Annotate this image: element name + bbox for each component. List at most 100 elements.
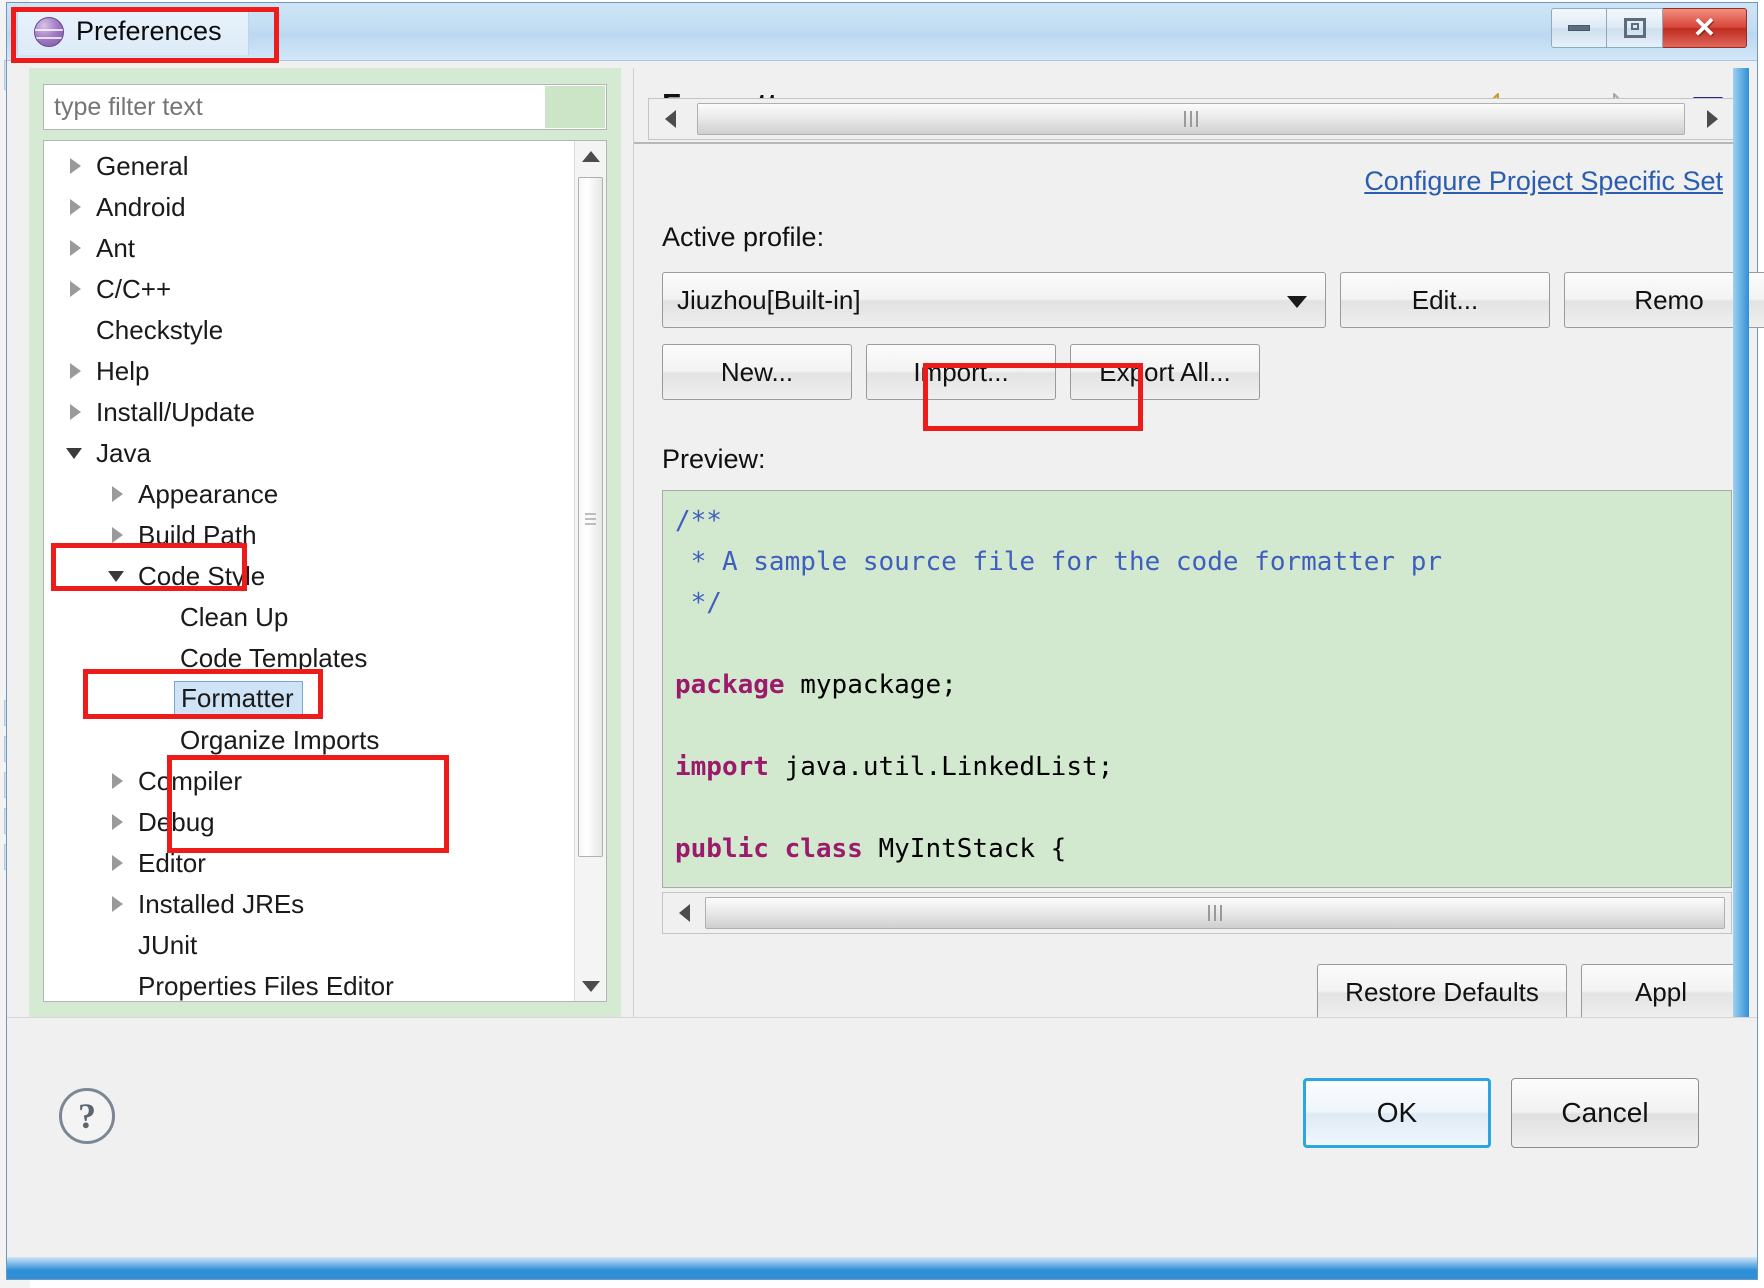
tree-item-label: Editor: [138, 847, 206, 878]
preview-code-area[interactable]: /** * A sample source file for the code …: [662, 490, 1732, 888]
tree-vertical-scrollbar[interactable]: [574, 141, 606, 1001]
export-all-button[interactable]: Export All...: [1070, 344, 1260, 400]
tree-item-compiler[interactable]: Compiler: [44, 760, 574, 801]
tree-spacer-icon: [150, 689, 170, 709]
import-profile-button[interactable]: Import...: [866, 344, 1056, 400]
tree-item-android[interactable]: Android: [44, 186, 574, 227]
code-line: */: [675, 583, 1731, 624]
close-button[interactable]: ✕: [1663, 8, 1747, 48]
tree-item-label: C/C++: [96, 273, 172, 304]
chevron-right-icon[interactable]: [66, 197, 86, 217]
preview-label: Preview:: [662, 444, 766, 474]
eclipse-icon: [34, 16, 64, 47]
maximize-icon: [1623, 18, 1646, 38]
apply-button[interactable]: Appl: [1581, 964, 1741, 1020]
code-line: * A sample source file for the code form…: [675, 542, 1731, 583]
tree-spacer-icon: [150, 607, 170, 627]
tree-item-properties-files-editor[interactable]: Properties Files Editor: [44, 965, 574, 1001]
tree-item-label: Code Templates: [180, 642, 368, 673]
tree-item-label: Ant: [96, 232, 136, 263]
active-profile-value: Jiuzhou[Built-in]: [677, 284, 861, 315]
tree-item-label: Formatter: [174, 680, 303, 717]
tree-item-debug[interactable]: Debug: [44, 801, 574, 842]
chevron-down-icon[interactable]: [108, 566, 128, 586]
minimize-button[interactable]: [1551, 8, 1607, 48]
code-line: package mypackage;: [675, 665, 1731, 706]
preview-horizontal-scrollbar[interactable]: [662, 892, 1732, 934]
tree-item-c-c[interactable]: C/C++: [44, 268, 574, 309]
filter-field-shade: [545, 86, 605, 128]
edit-profile-button[interactable]: Edit...: [1340, 272, 1550, 328]
tree-item-label: Installed JREs: [138, 888, 305, 919]
cancel-button[interactable]: Cancel: [1511, 1078, 1699, 1148]
chevron-down-icon[interactable]: [66, 443, 86, 463]
chevron-right-icon[interactable]: [108, 812, 128, 832]
preview-scrollbar-thumb[interactable]: [705, 897, 1725, 929]
page-scroll-right-button[interactable]: [1691, 110, 1733, 128]
code-token-plain: MyIntStack {: [862, 834, 1067, 864]
filter-field-wrapper: [43, 84, 607, 130]
tree-item-java[interactable]: Java: [44, 432, 574, 473]
page-horizontal-scrollbar[interactable]: [648, 98, 1734, 140]
chevron-right-icon[interactable]: [108, 853, 128, 873]
page-scrollbar-thumb[interactable]: [697, 103, 1685, 135]
close-icon: ✕: [1692, 12, 1717, 43]
window-bottom-accent: [7, 1257, 1757, 1279]
scroll-down-button[interactable]: [575, 971, 606, 1001]
chevron-right-icon[interactable]: [108, 525, 128, 545]
chevron-right-icon[interactable]: [108, 484, 128, 504]
triangle-down-icon: [582, 980, 600, 992]
chevron-right-icon[interactable]: [66, 361, 86, 381]
triangle-right-icon: [1706, 110, 1718, 128]
chevron-right-icon[interactable]: [66, 156, 86, 176]
active-profile-select[interactable]: Jiuzhou[Built-in]: [662, 272, 1326, 328]
minimize-icon: [1568, 25, 1590, 31]
tree-item-installed-jres[interactable]: Installed JREs: [44, 883, 574, 924]
tree-item-junit[interactable]: JUnit: [44, 924, 574, 965]
tree-item-editor[interactable]: Editor: [44, 842, 574, 883]
tree-item-label: Checkstyle: [96, 314, 224, 345]
restore-defaults-button[interactable]: Restore Defaults: [1317, 964, 1567, 1020]
preferences-tree: General Android Ant C/C++ Checkstyle Help Inst…: [43, 140, 607, 1002]
chevron-right-icon[interactable]: [66, 238, 86, 258]
tree-item-appearance[interactable]: Appearance: [44, 473, 574, 514]
page-scroll-left-button[interactable]: [649, 110, 691, 128]
tree-item-install-update[interactable]: Install/Update: [44, 391, 574, 432]
tree-item-label: Clean Up: [180, 601, 289, 632]
tree-item-checkstyle[interactable]: Checkstyle: [44, 309, 574, 350]
code-line: import java.util.LinkedList;: [675, 747, 1731, 788]
new-profile-button[interactable]: New...: [662, 344, 852, 400]
tree-item-label: Java: [96, 437, 151, 468]
maximize-button[interactable]: [1607, 8, 1663, 48]
tree-item-organize-imports[interactable]: Organize Imports: [44, 719, 574, 760]
chevron-right-icon[interactable]: [108, 894, 128, 914]
preview-scroll-left-button[interactable]: [663, 904, 705, 922]
scroll-up-button[interactable]: [575, 141, 606, 171]
help-icon[interactable]: ?: [59, 1088, 115, 1144]
tree-item-general[interactable]: General: [44, 145, 574, 186]
dialog-footer: ? OK Cancel: [7, 1017, 1757, 1279]
configure-project-specific-link[interactable]: Configure Project Specific Set: [1364, 166, 1723, 197]
page-vertical-scrollbar[interactable]: [1733, 68, 1749, 1018]
chevron-right-icon[interactable]: [66, 402, 86, 422]
search-input[interactable]: [44, 85, 606, 129]
chevron-right-icon[interactable]: [108, 771, 128, 791]
scrollbar-thumb[interactable]: [578, 177, 603, 857]
tree-item-label: Organize Imports: [180, 724, 380, 755]
ok-button[interactable]: OK: [1303, 1078, 1491, 1148]
desktop-background: Preferences ✕ type filter text General A…: [0, 0, 1764, 1288]
tree-item-help[interactable]: Help: [44, 350, 574, 391]
tree-item-formatter[interactable]: Formatter: [44, 678, 574, 719]
tree-item-ant[interactable]: Ant: [44, 227, 574, 268]
tree-spacer-icon: [108, 976, 128, 996]
tree-item-build-path[interactable]: Build Path: [44, 514, 574, 555]
tree-item-code-templates[interactable]: Code Templates: [44, 637, 574, 678]
tree-item-code-style[interactable]: Code Style: [44, 555, 574, 596]
chevron-right-icon[interactable]: [66, 279, 86, 299]
code-token-comment: * A sample source file for the code form…: [675, 547, 1443, 577]
window-controls: ✕: [1551, 8, 1747, 50]
tree-item-clean-up[interactable]: Clean Up: [44, 596, 574, 637]
